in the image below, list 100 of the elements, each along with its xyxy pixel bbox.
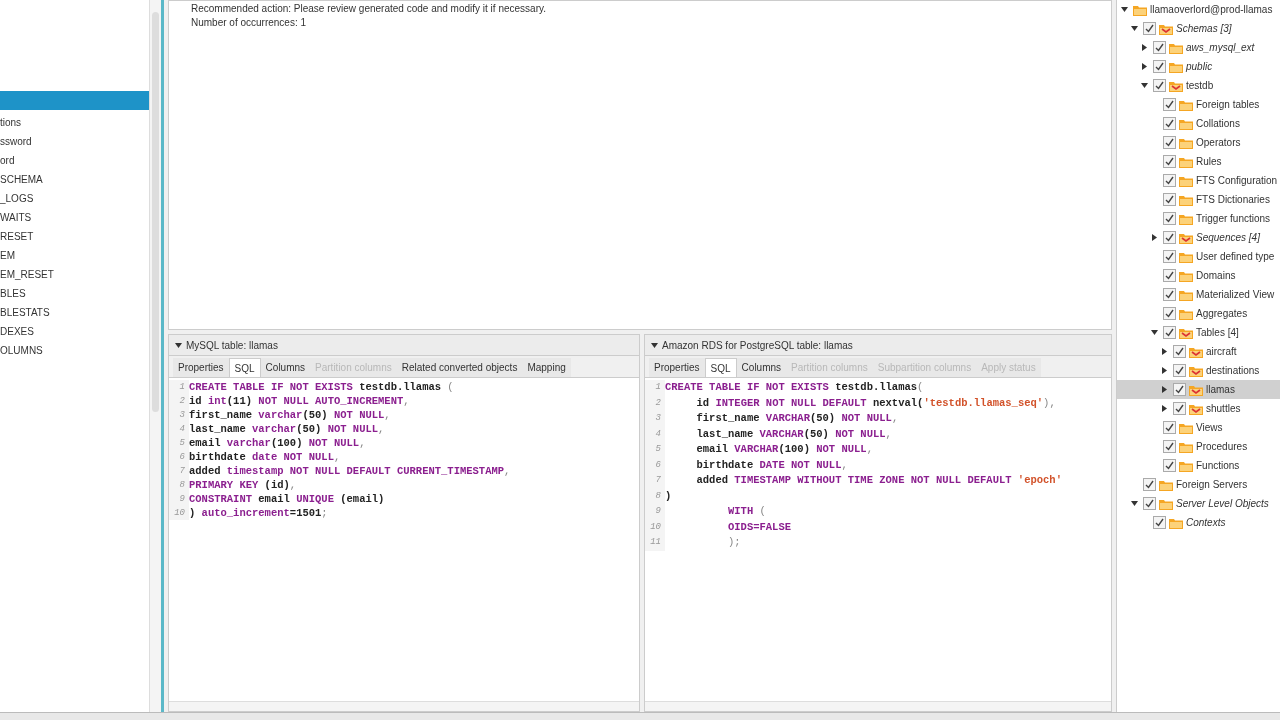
list-item[interactable]: BLESTATS [0,303,150,322]
checkbox[interactable] [1163,250,1176,263]
horizontal-scrollbar[interactable] [645,701,1111,711]
checkbox[interactable] [1163,193,1176,206]
tree-item[interactable]: Materialized View [1117,285,1280,304]
checkbox[interactable] [1163,117,1176,130]
expand-arrow-icon[interactable] [1151,329,1158,336]
list-item[interactable]: _LOGS [0,189,150,208]
checkbox[interactable] [1163,212,1176,225]
list-item[interactable]: BLES [0,284,150,303]
checkbox[interactable] [1163,288,1176,301]
tree-item[interactable]: testdb [1117,76,1280,95]
checkbox[interactable] [1163,174,1176,187]
tab[interactable]: Mapping [522,358,571,377]
list-item[interactable]: EM [0,246,150,265]
tree-item[interactable]: Foreign tables [1117,95,1280,114]
checkbox[interactable] [1153,79,1166,92]
tab[interactable]: Properties [649,358,705,377]
tree-item[interactable]: Foreign Servers [1117,475,1280,494]
tab[interactable]: Columns [260,358,311,377]
checkbox[interactable] [1163,459,1176,472]
tree-item[interactable]: Views [1117,418,1280,437]
tree-item[interactable]: shuttles [1117,399,1280,418]
tree-item[interactable]: Functions [1117,456,1280,475]
panel-title: Amazon RDS for PostgreSQL table: llamas [662,338,853,353]
list-item[interactable]: tions [0,113,150,132]
tree-item[interactable]: llamaoverlord@prod-llamas [1117,0,1280,19]
code-line: CREATE TABLE IF NOT EXISTS testdb.llamas ( [189,380,454,394]
tree-item[interactable]: Tables [4] [1117,323,1280,342]
checkbox[interactable] [1143,497,1156,510]
tab[interactable]: SQL [228,358,261,377]
tree-item[interactable]: Domains [1117,266,1280,285]
tree-label: Aggregates [1196,307,1248,321]
expand-arrow-icon[interactable] [1141,63,1148,70]
tree-item[interactable]: llamas [1117,380,1280,399]
list-item[interactable]: ssword [0,132,150,151]
checkbox[interactable] [1163,155,1176,168]
list-item[interactable]: DEXES [0,322,150,341]
list-item[interactable]: ord [0,151,150,170]
collapse-arrow-icon[interactable] [651,341,658,349]
collapse-arrow-icon[interactable] [175,341,182,349]
tree-item[interactable]: Sequences [4] [1117,228,1280,247]
checkbox[interactable] [1163,440,1176,453]
list-item[interactable]: EM_RESET [0,265,150,284]
checkbox[interactable] [1163,98,1176,111]
tree-item[interactable]: Schemas [3] [1117,19,1280,38]
checkbox[interactable] [1143,478,1156,491]
expand-arrow-icon[interactable] [1131,500,1138,507]
scrollbar[interactable] [149,0,161,712]
checkbox[interactable] [1173,402,1186,415]
tree-item[interactable]: destinations [1117,361,1280,380]
tab[interactable]: Related converted objects [396,358,523,377]
expand-arrow-icon[interactable] [1141,44,1148,51]
checkbox[interactable] [1163,136,1176,149]
expand-arrow-icon[interactable] [1161,348,1168,355]
checkbox[interactable] [1173,364,1186,377]
tree-item[interactable]: FTS Dictionaries [1117,190,1280,209]
checkbox[interactable] [1143,22,1156,35]
checkbox[interactable] [1163,269,1176,282]
checkbox[interactable] [1153,41,1166,54]
expand-arrow-icon[interactable] [1161,367,1168,374]
tree-item[interactable]: Rules [1117,152,1280,171]
tree-item[interactable]: Operators [1117,133,1280,152]
tree-item[interactable]: Collations [1117,114,1280,133]
panel-header[interactable]: MySQL table: llamas [168,334,640,356]
panel-header[interactable]: Amazon RDS for PostgreSQL table: llamas [644,334,1112,356]
expand-arrow-icon[interactable] [1161,405,1168,412]
tree-item[interactable]: Contexts [1117,513,1280,532]
list-item[interactable]: OLUMNS [0,341,150,360]
expand-arrow-icon[interactable] [1131,25,1138,32]
tree-label: Domains [1196,269,1236,283]
expand-arrow-icon[interactable] [1151,234,1158,241]
tab[interactable]: Properties [173,358,229,377]
expand-arrow-icon[interactable] [1121,6,1128,13]
expand-arrow-icon[interactable] [1141,82,1148,89]
code-line: added timestamp NOT NULL DEFAULT CURRENT_TIMESTAMP, [189,464,511,478]
list-item[interactable]: SCHEMA [0,170,150,189]
tree-item[interactable]: Procedures [1117,437,1280,456]
tree-item[interactable]: aws_mysql_ext [1117,38,1280,57]
tree-item[interactable]: public [1117,57,1280,76]
checkbox[interactable] [1153,516,1166,529]
checkbox[interactable] [1163,326,1176,339]
tree-item[interactable]: aircraft [1117,342,1280,361]
tree-item[interactable]: User defined type [1117,247,1280,266]
tab[interactable]: SQL [704,358,737,377]
expand-arrow-icon[interactable] [1161,386,1168,393]
checkbox[interactable] [1163,421,1176,434]
tree-item[interactable]: FTS Configuration [1117,171,1280,190]
tree-item[interactable]: Trigger functions [1117,209,1280,228]
tab[interactable]: Columns [736,358,787,377]
list-item[interactable]: RESET [0,227,150,246]
checkbox[interactable] [1153,60,1166,73]
tree-item[interactable]: Server Level Objects [1117,494,1280,513]
checkbox[interactable] [1173,383,1186,396]
tree-item[interactable]: Aggregates [1117,304,1280,323]
checkbox[interactable] [1173,345,1186,358]
list-item[interactable]: WAITS [0,208,150,227]
horizontal-scrollbar[interactable] [169,701,639,711]
checkbox[interactable] [1163,307,1176,320]
checkbox[interactable] [1163,231,1176,244]
